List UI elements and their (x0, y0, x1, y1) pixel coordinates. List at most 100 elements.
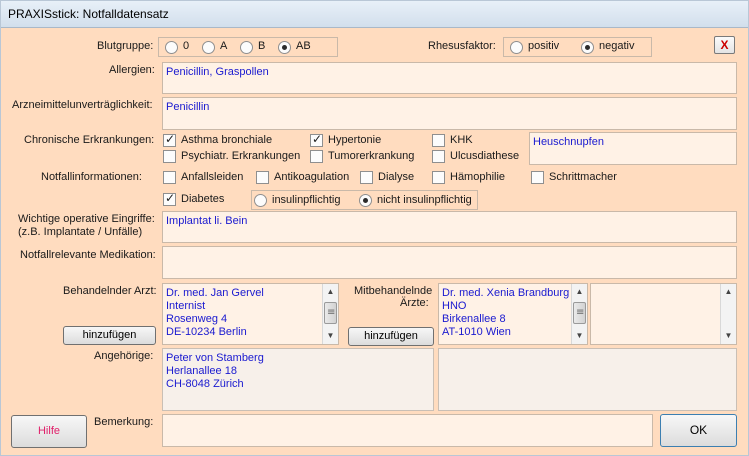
scroll-down-icon[interactable]: ▼ (721, 328, 736, 344)
relatives-second-field[interactable] (438, 348, 737, 411)
relatives-line-2: Herlanallee 18 (166, 365, 237, 377)
intolerance-label: Arzneimittelunverträglichkeit: (12, 99, 153, 111)
remarks-label: Bemerkung: (94, 416, 154, 428)
allergies-label: Allergien: (109, 64, 155, 76)
chronic-check-ulcus[interactable] (432, 150, 445, 163)
chronic-label: Chronische Erkrankungen: (24, 134, 155, 146)
surgery-value: Implantat li. Bein (166, 215, 248, 227)
doctor-field[interactable]: Dr. med. Jan Gervel Internist Rosenweg 4… (162, 283, 339, 345)
chronic-check-hypertonie[interactable] (310, 132, 323, 147)
scroll-down-icon[interactable]: ▼ (323, 328, 338, 344)
intolerance-value: Penicillin (166, 101, 210, 113)
emergency-item-anfall: Anfallsleiden (181, 171, 244, 183)
scroll-thumb[interactable] (573, 302, 586, 324)
scroll-up-icon[interactable]: ▲ (721, 284, 736, 300)
codoctor-label-line2: Ärzte: (400, 297, 429, 309)
surgery-label-line1: Wichtige operative Eingriffe: (18, 213, 155, 225)
scroll-down-icon[interactable]: ▼ (572, 328, 587, 344)
blood-option-a: A (220, 40, 228, 52)
chronic-check-asthma[interactable] (163, 132, 176, 147)
relatives-field[interactable]: Peter von Stamberg Herlanallee 18 CH-804… (162, 348, 434, 411)
rhesus-option-negativ: negativ (599, 40, 635, 52)
allergies-value: Penicillin, Graspollen (166, 66, 269, 78)
emergency-item-schrittmacher: Schrittmacher (549, 171, 617, 183)
chronic-check-tumor[interactable] (310, 150, 323, 163)
help-button[interactable]: Hilfe (11, 415, 87, 448)
emergency-item-haemophilie: Hämophilie (450, 171, 506, 183)
codoctor-scrollbar[interactable]: ▲ ▼ (571, 284, 587, 344)
emergency-item-dialyse: Dialyse (378, 171, 415, 183)
rhesus-radio-positiv[interactable] (510, 41, 523, 54)
intolerance-field[interactable]: Penicillin (162, 97, 737, 130)
title-bar: PRAXISstick: Notfalldatensatz (1, 1, 748, 28)
relatives-line-3: CH-8048 Zürich (166, 378, 244, 390)
codoctor-label-line1: Mitbehandelnde (354, 285, 433, 297)
codoctor-line-3: Birkenallee 8 (442, 313, 506, 325)
chronic-item-asthma: Asthma bronchiale (181, 134, 273, 146)
scroll-up-icon[interactable]: ▲ (323, 284, 338, 300)
codoctor-second-field[interactable]: ▲ ▼ (590, 283, 737, 345)
chronic-item-khk: KHK (450, 134, 473, 146)
add-doctor-button[interactable]: hinzufügen (63, 326, 156, 345)
diabetes-check[interactable] (163, 191, 176, 206)
notfall-window: PRAXISstick: Notfalldatensatz Blutgruppe… (0, 0, 749, 456)
rhesus-label: Rhesusfaktor: (428, 40, 496, 52)
rhesus-option-positiv: positiv (528, 40, 560, 52)
chronic-check-psych[interactable] (163, 150, 176, 163)
scroll-thumb[interactable] (324, 302, 337, 324)
blood-radio-b[interactable] (240, 41, 253, 54)
doctor-line-3: Rosenweg 4 (166, 313, 228, 325)
emergency-check-dialyse[interactable] (360, 171, 373, 184)
chronic-item-ulcus: Ulcusdiathese (450, 150, 520, 162)
doctor-line-1: Dr. med. Jan Gervel (166, 287, 264, 299)
add-codoctor-button[interactable]: hinzufügen (348, 327, 434, 346)
scroll-up-icon[interactable]: ▲ (572, 284, 587, 300)
chronic-item-tumor: Tumorerkrankung (328, 150, 415, 162)
codoctor-line-1: Dr. med. Xenia Brandburg (442, 287, 570, 299)
codoctor-line-4: AT-1010 Wien (442, 326, 511, 338)
blood-option-0: 0 (183, 40, 190, 52)
medication-field[interactable] (162, 246, 737, 279)
rhesus-radio-negativ[interactable] (581, 41, 594, 54)
medication-label: Notfallrelevante Medikation: (20, 249, 156, 261)
codoctor-second-scrollbar[interactable]: ▲ ▼ (720, 284, 736, 344)
insulin-option-nicht: nicht insulinpflichtig (377, 194, 472, 206)
emergency-check-haemophilie[interactable] (432, 171, 445, 184)
doctor-label: Behandelnder Arzt: (63, 285, 157, 297)
allergies-field[interactable]: Penicillin, Graspollen (162, 62, 737, 94)
blood-radio-a[interactable] (202, 41, 215, 54)
chronic-check-khk[interactable] (432, 134, 445, 147)
emergency-label: Notfallinformationen: (41, 171, 142, 183)
window-title: PRAXISstick: Notfalldatensatz (8, 7, 169, 21)
emergency-item-antikoag: Antikoagulation (274, 171, 350, 183)
blood-option-b: B (258, 40, 266, 52)
ok-button[interactable]: OK (660, 414, 737, 447)
chronic-other-field[interactable]: Heuschnupfen (529, 132, 737, 165)
insulin-option-pflichtig: insulinpflichtig (272, 194, 341, 206)
insulin-radio-pflichtig[interactable] (254, 194, 267, 207)
emergency-check-antikoag[interactable] (256, 171, 269, 184)
emergency-check-anfall[interactable] (163, 171, 176, 184)
insulin-radio-nicht[interactable] (359, 194, 372, 207)
codoctor-field[interactable]: Dr. med. Xenia Brandburg HNO Birkenallee… (438, 283, 588, 345)
close-button[interactable]: X (714, 36, 735, 54)
close-icon: X (720, 38, 729, 52)
remarks-field[interactable] (162, 414, 653, 447)
doctor-scrollbar[interactable]: ▲ ▼ (322, 284, 338, 344)
emergency-check-schrittmacher[interactable] (531, 171, 544, 184)
surgery-label-line2: (z.B. Implantate / Unfälle) (18, 226, 143, 238)
surgery-field[interactable]: Implantat li. Bein (162, 211, 737, 243)
chronic-item-psych: Psychiatr. Erkrankungen (181, 150, 301, 162)
relatives-line-1: Peter von Stamberg (166, 352, 264, 364)
chronic-item-hypertonie: Hypertonie (328, 134, 382, 146)
blood-option-ab: AB (296, 40, 311, 52)
doctor-line-2: Internist (166, 300, 206, 312)
blood-group-label: Blutgruppe: (97, 40, 154, 52)
diabetes-label: Diabetes (181, 193, 225, 205)
blood-radio-ab[interactable] (278, 41, 291, 54)
relatives-label: Angehörige: (94, 350, 154, 362)
doctor-line-4: DE-10234 Berlin (166, 326, 247, 338)
codoctor-line-2: HNO (442, 300, 467, 312)
chronic-other-value: Heuschnupfen (533, 136, 604, 148)
blood-radio-0[interactable] (165, 41, 178, 54)
